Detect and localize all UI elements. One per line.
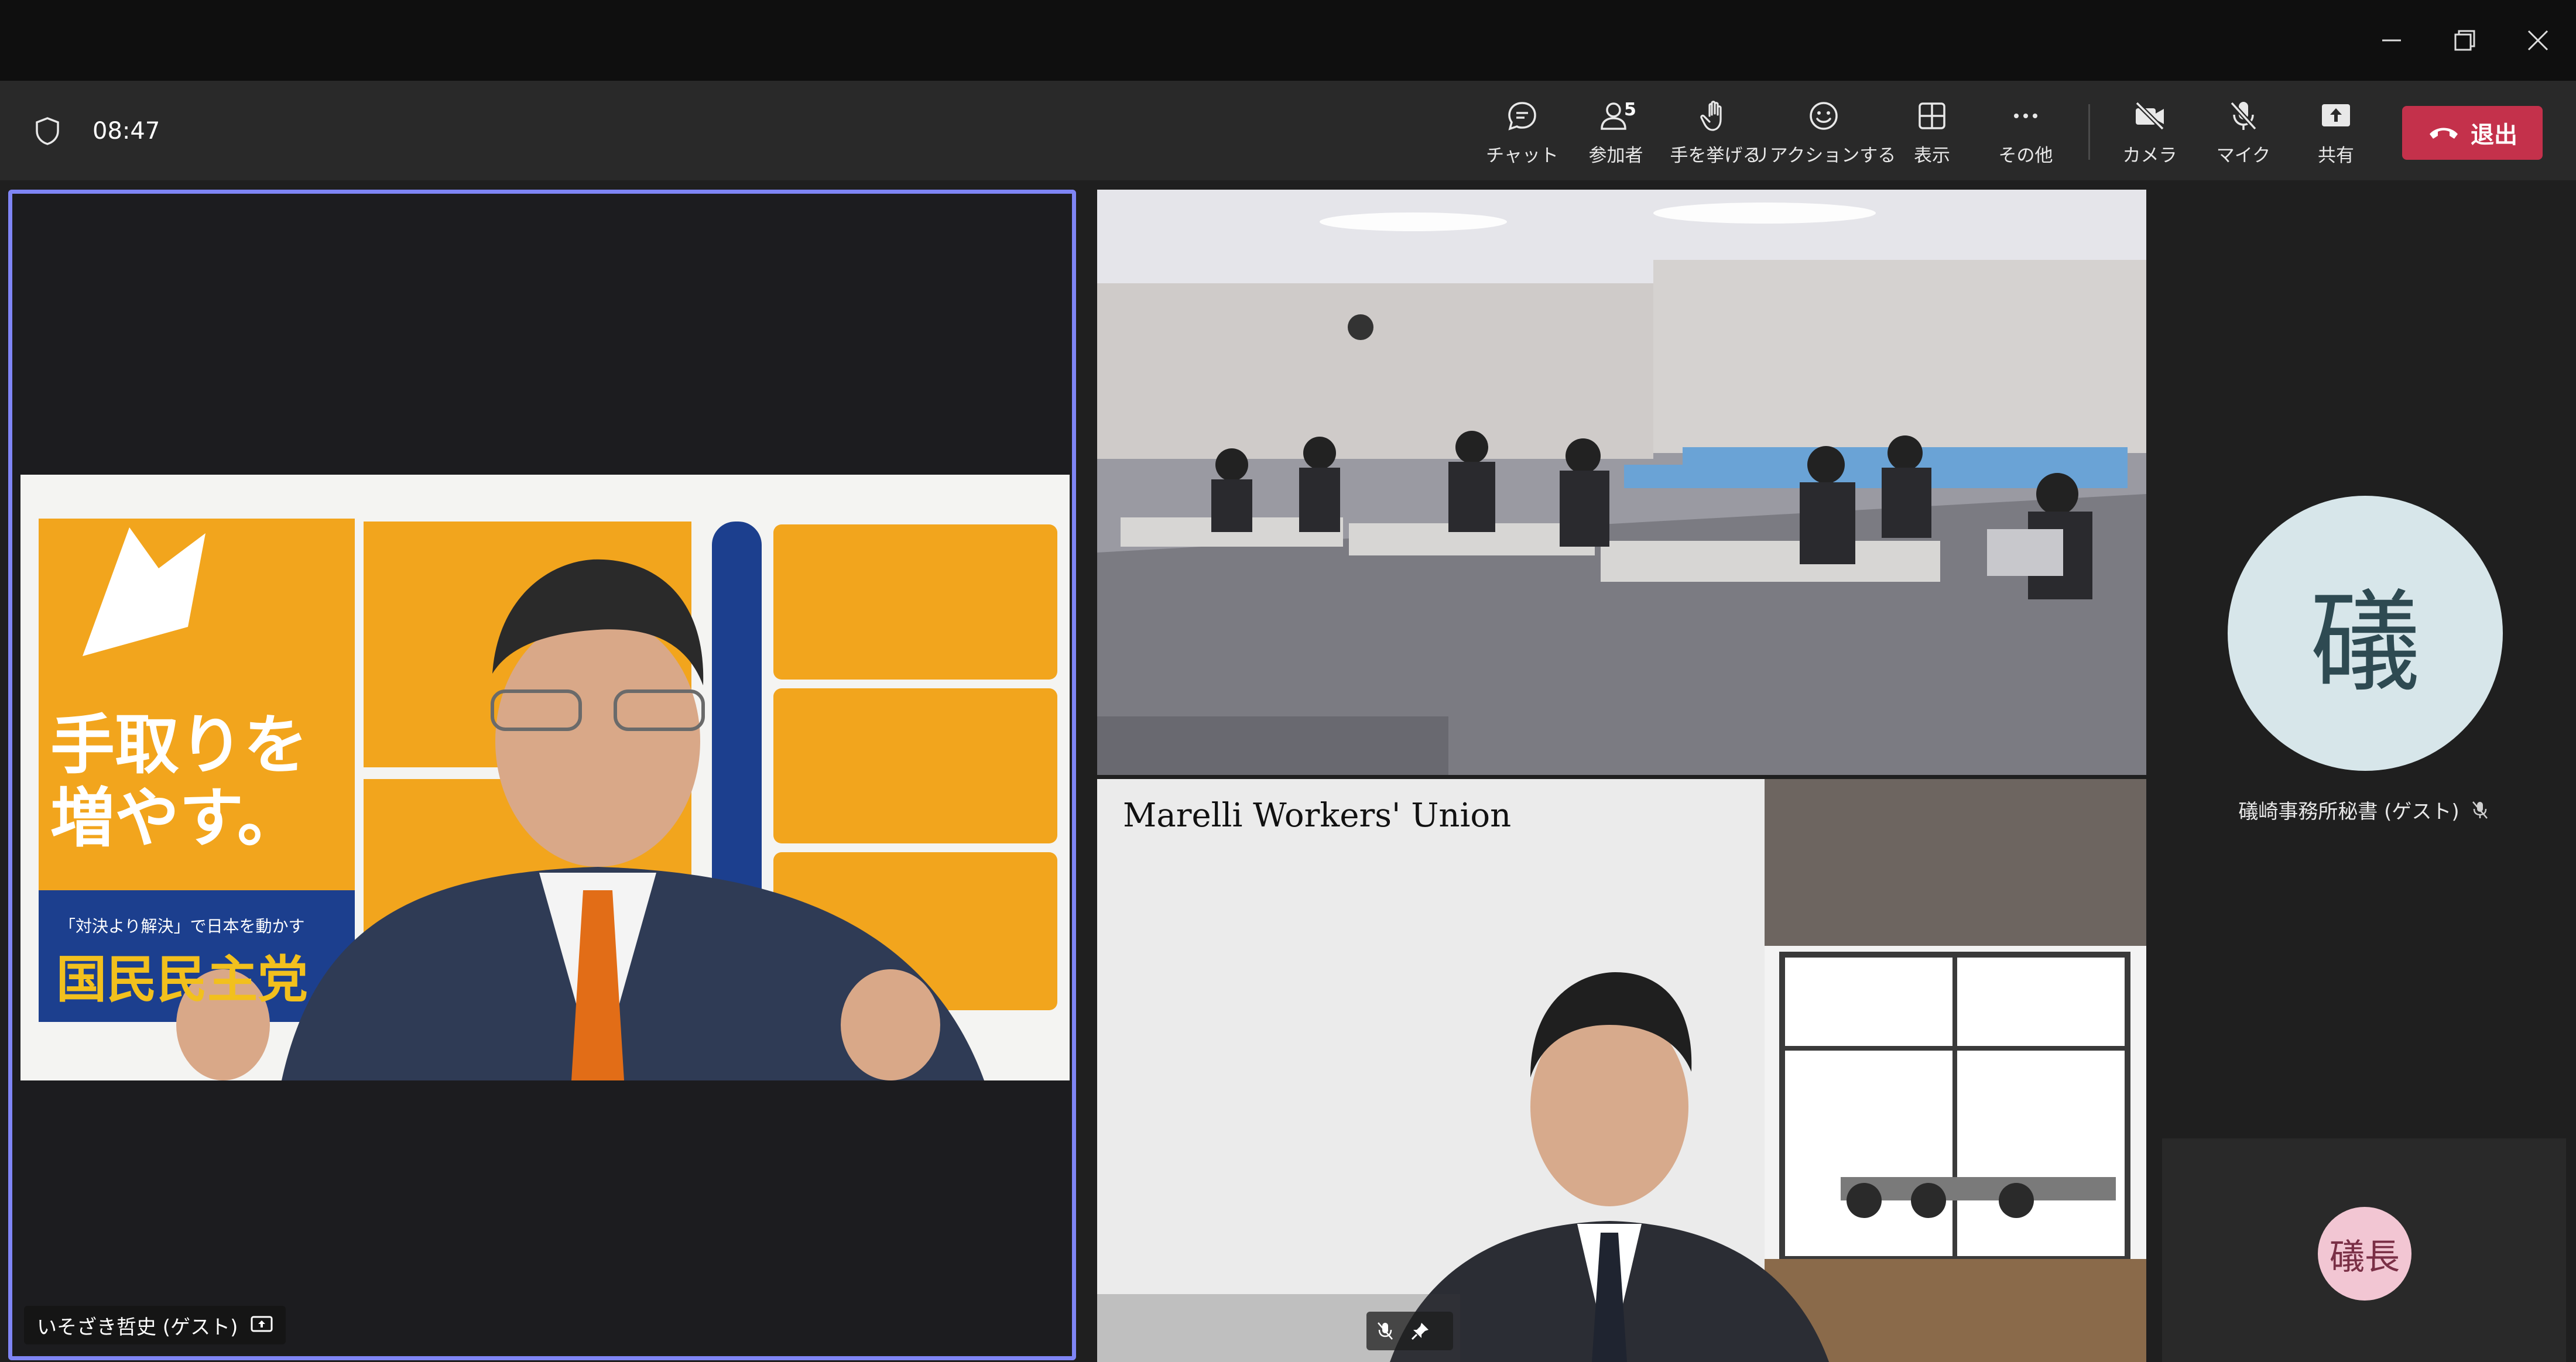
smiley-icon (1810, 102, 1838, 130)
avatar-tile[interactable]: 礒 礒崎事務所秘書 (ゲスト) (2162, 190, 2566, 1129)
mic-off-icon (2230, 101, 2257, 131)
mic-muted-icon (2472, 801, 2488, 819)
view-button[interactable]: 表示 (1888, 98, 1976, 169)
poster-headline: 手取りを増やす。 (50, 708, 308, 856)
mini-avatar-initials: 礒長 (2330, 1236, 2400, 1278)
leave-label: 退出 (2471, 122, 2517, 149)
screen-share-icon (251, 1316, 273, 1332)
more-icon (2014, 114, 2037, 118)
more-button[interactable]: その他 (1982, 98, 2070, 169)
phone-hangup-icon (2430, 128, 2458, 139)
close-button[interactable] (2501, 0, 2574, 81)
mic-button[interactable]: マイク (2200, 98, 2287, 169)
reactions-button[interactable]: リアクションする (1752, 98, 1896, 169)
more-label: その他 (1998, 145, 2053, 166)
grid-icon (1919, 102, 1945, 129)
participant-name: 礒崎事務所秘書 (ゲスト) (2238, 800, 2459, 824)
video-stage: 手取りを増やす。 「対決より解決」で日本を動かす 国民民主党 いそざき哲史 (ゲ… (0, 180, 2576, 1362)
camera-off-icon (2135, 101, 2164, 131)
avatar-name-row: 礒崎事務所秘書 (ゲスト) (2162, 795, 2566, 824)
reactions-label: リアクションする (1751, 145, 1896, 166)
view-label: 表示 (1914, 145, 1950, 166)
raise-hand-label: 手を挙げる (1670, 145, 1761, 166)
video-tile-conference-room[interactable] (1097, 190, 2146, 775)
meeting-timer: 08:47 (93, 118, 160, 145)
toolbar-divider (2088, 104, 2090, 160)
raise-hand-button[interactable]: 手を挙げる (1666, 98, 1765, 169)
leave-button[interactable]: 退出 (2402, 106, 2543, 160)
camera-button[interactable]: カメラ (2106, 98, 2194, 169)
mini-avatar: 礒長 (2318, 1207, 2411, 1301)
mic-muted-icon (1378, 1322, 1393, 1340)
pin-icon[interactable] (1410, 1320, 1431, 1342)
chat-icon (1508, 102, 1536, 131)
participant-count: 5 (1624, 100, 1636, 120)
camera-label: カメラ (2122, 145, 2177, 166)
mic-label: マイク (2216, 145, 2271, 166)
participants-button[interactable]: 5 参加者 (1572, 98, 1660, 169)
window-title-bar (0, 0, 2576, 81)
avatar-initials: 礒 (2310, 579, 2420, 707)
minimize-button[interactable] (2355, 0, 2428, 81)
participants-label: 参加者 (1588, 145, 1643, 166)
maximize-icon (2454, 30, 2475, 51)
maximize-button[interactable] (2428, 0, 2501, 81)
union-tile-controls (1366, 1312, 1453, 1350)
poster-slogan: 「対決より解決」で日本を動かす (59, 917, 305, 936)
video-tile-main-speaker[interactable]: 手取りを増やす。 「対決より解決」で日本を動かす 国民民主党 いそざき哲史 (ゲ… (8, 190, 1076, 1360)
share-button[interactable]: 共有 (2292, 98, 2380, 169)
minimize-icon (2382, 39, 2401, 42)
name-tag-main: いそざき哲史 (ゲスト) (24, 1306, 286, 1344)
avatar: 礒 (2228, 496, 2503, 771)
chat-button[interactable]: チャット (1478, 98, 1566, 169)
share-icon (2322, 104, 2350, 126)
conference-room-video (1097, 190, 2146, 775)
share-label: 共有 (2318, 145, 2354, 166)
poster-party: 国民民主党 (56, 951, 308, 1009)
close-icon (2527, 30, 2548, 51)
chat-label: チャット (1486, 145, 1558, 166)
union-wall-text: Marelli Workers' Union (1123, 797, 1512, 835)
participant-name: いそざき哲史 (ゲスト) (37, 1315, 238, 1339)
video-tile-union[interactable]: Marelli Workers' Union (1097, 779, 2146, 1362)
hand-icon (1700, 101, 1722, 131)
shield-icon (36, 117, 59, 145)
self-preview-tile[interactable]: 礒長 (2162, 1138, 2566, 1362)
meeting-toolbar: 08:47 チャット 5 参加者 手を挙げる リアクションする 表示 その他 カ… (0, 81, 2576, 180)
union-office-video (1097, 779, 2146, 1362)
